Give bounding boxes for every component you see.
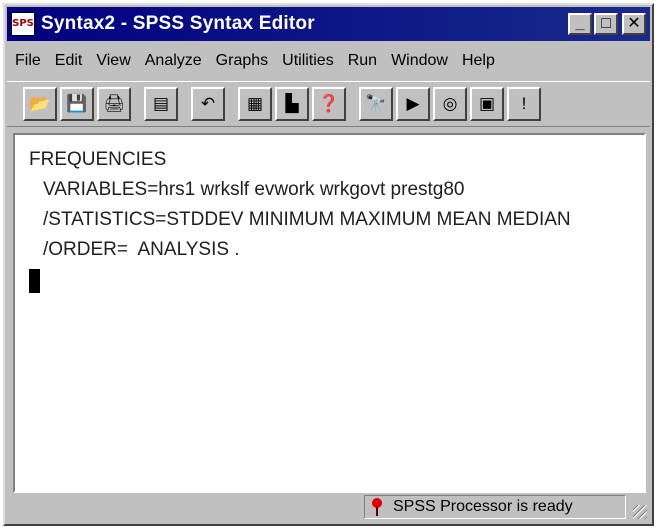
menu-view[interactable]: View <box>96 52 130 70</box>
status-text: SPSS Processor is ready <box>393 498 573 515</box>
spss-app-icon[interactable]: SPS <box>11 12 35 36</box>
syntax-text-area[interactable]: FREQUENCIES VARIABLES=hrs1 wrkslf evwork… <box>13 133 646 493</box>
open-icon: 📂 <box>29 94 51 113</box>
code-line: /STATISTICS=STDDEV MINIMUM MAXIMUM MEAN … <box>43 209 571 230</box>
menu-bar: File Edit View Analyze Graphs Utilities … <box>7 45 650 77</box>
syntax-help-button[interactable]: ▣ <box>470 87 504 121</box>
menu-run[interactable]: Run <box>348 52 377 70</box>
save-button[interactable]: 💾 <box>60 87 94 121</box>
close-button[interactable]: ✕ <box>622 13 646 35</box>
code-line: /ORDER= ANALYSIS . <box>43 239 240 260</box>
code-line: FREQUENCIES <box>29 149 167 170</box>
undo-icon: ↶ <box>200 94 216 113</box>
text-cursor <box>29 269 40 293</box>
run-button[interactable]: ▶ <box>396 87 430 121</box>
find-icon: 🔭 <box>365 94 387 113</box>
find-button[interactable]: 🔭 <box>359 87 393 121</box>
maximize-button[interactable]: □ <box>594 13 618 35</box>
window-title: Syntax2 - SPSS Syntax Editor <box>41 13 315 34</box>
run-icon: ▶ <box>406 94 420 113</box>
toolbar: 📂 💾 🖨 ▤ ↶ ▦ ▙ ❓ 🔭 ▶ ◎ ▣ ! <box>7 81 650 127</box>
use-sets-button[interactable]: ◎ <box>433 87 467 121</box>
designate-window-button[interactable]: ! <box>507 87 541 121</box>
menu-window[interactable]: Window <box>391 52 448 70</box>
goto-data-button[interactable]: ▦ <box>238 87 272 121</box>
dialog-recall-icon: ▤ <box>152 94 170 113</box>
processor-status: SPSS Processor is ready <box>364 495 626 519</box>
designate-window-icon: ! <box>521 94 527 113</box>
open-button[interactable]: 📂 <box>23 87 57 121</box>
menu-graphs[interactable]: Graphs <box>216 52 268 70</box>
menu-analyze[interactable]: Analyze <box>145 52 202 70</box>
undo-button[interactable]: ↶ <box>191 87 225 121</box>
minimize-button[interactable]: _ <box>568 13 592 35</box>
variables-icon: ❓ <box>318 94 340 113</box>
menu-utilities[interactable]: Utilities <box>282 52 334 70</box>
syntax-help-icon: ▣ <box>478 94 496 113</box>
menu-file[interactable]: File <box>15 52 41 70</box>
title-bar[interactable]: SPS Syntax2 - SPSS Syntax Editor _ □ ✕ <box>7 7 650 41</box>
dialog-recall-button[interactable]: ▤ <box>144 87 178 121</box>
syntax-editor-window: SPS Syntax2 - SPSS Syntax Editor _ □ ✕ F… <box>3 3 654 526</box>
menu-edit[interactable]: Edit <box>55 52 83 70</box>
print-button[interactable]: 🖨 <box>97 87 131 121</box>
status-bar: SPSS Processor is ready <box>7 492 650 522</box>
resize-grip-icon[interactable] <box>633 505 647 519</box>
code-line: VARIABLES=hrs1 wrkslf evwork wrkgovt pre… <box>43 179 465 200</box>
variables-button[interactable]: ❓ <box>312 87 346 121</box>
goto-chart-button[interactable]: ▙ <box>275 87 309 121</box>
menu-help[interactable]: Help <box>462 52 495 70</box>
print-icon: 🖨 <box>103 94 125 113</box>
use-sets-icon: ◎ <box>442 94 458 113</box>
goto-chart-icon: ▙ <box>285 94 299 113</box>
save-icon: 💾 <box>66 94 88 113</box>
goto-data-icon: ▦ <box>246 94 264 113</box>
processor-status-icon <box>369 497 385 517</box>
